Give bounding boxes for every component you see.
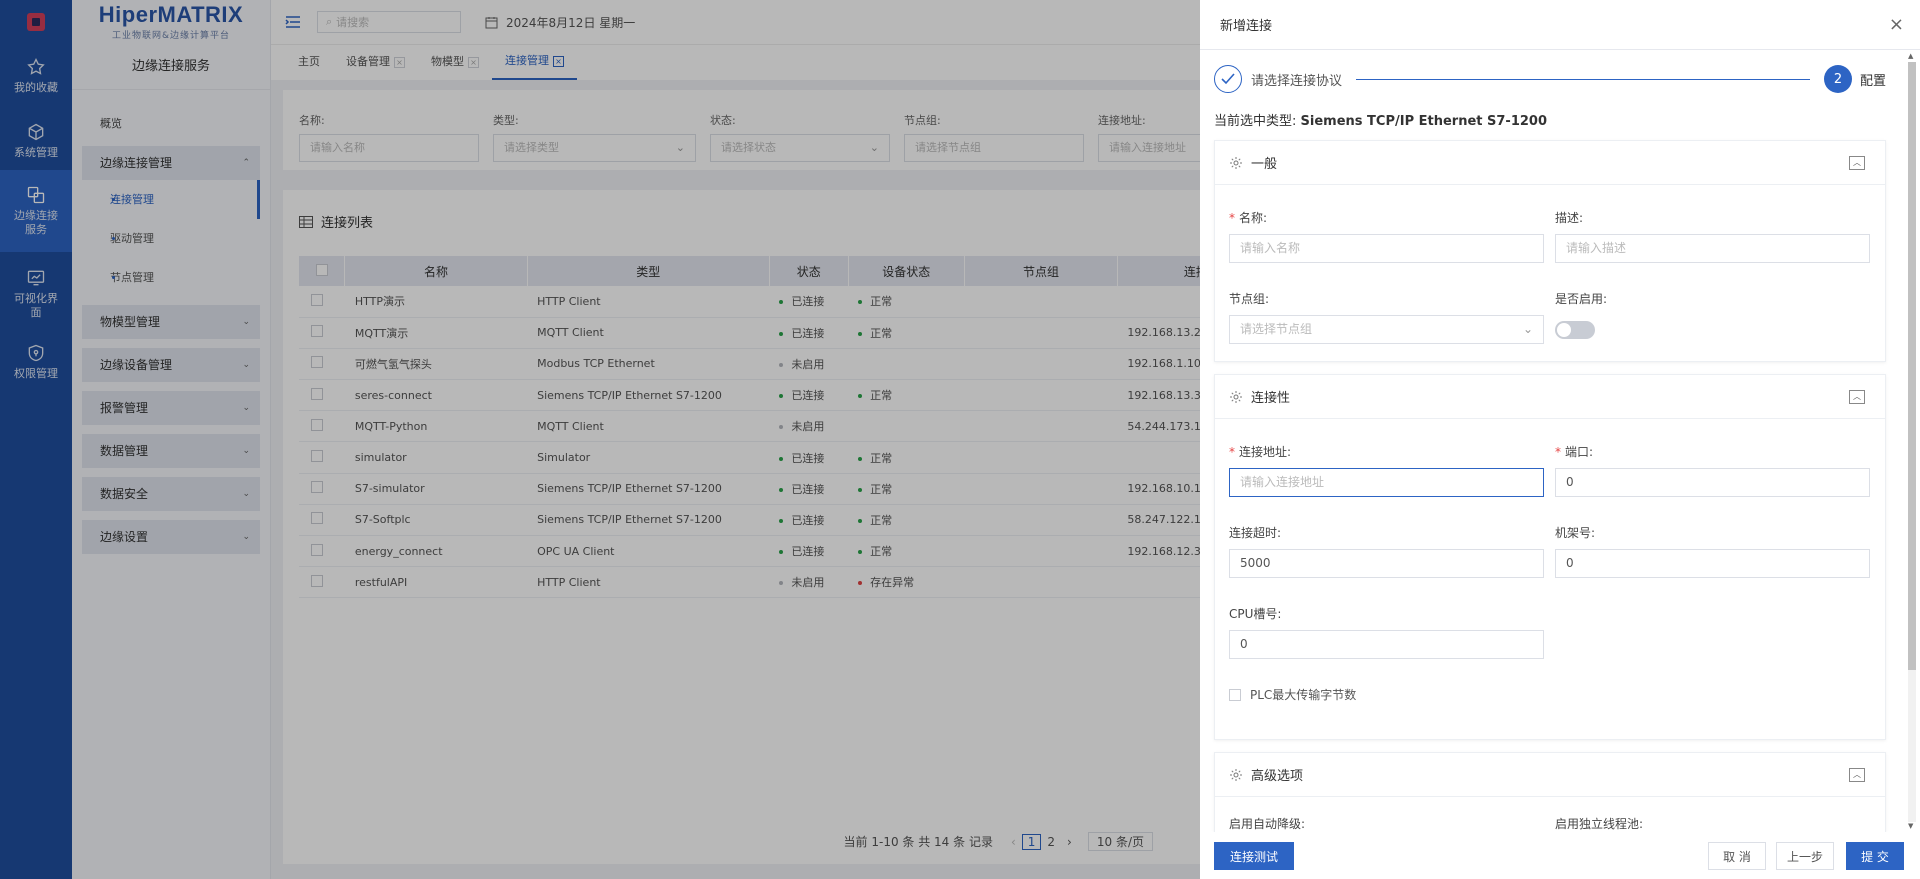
close-icon[interactable]: × — [1889, 14, 1904, 35]
modal-overlay[interactable] — [0, 0, 1200, 879]
collapse-icon[interactable]: ︿ — [1849, 767, 1865, 782]
panel-connectivity: 连接性 ︿ * 连接地址: 请输入连接地址 * 端口: 0 连接超时: 5000 机… — [1214, 374, 1886, 740]
new-connection-drawer: 新增连接 × ▲ ▼ 请选择连接协议 2 配置 当前选中类型: Siemens … — [1200, 0, 1920, 879]
submit-button[interactable]: 提 交 — [1846, 842, 1904, 870]
gear-icon — [1230, 768, 1242, 781]
panel-connectivity-header: 连接性 ︿ — [1215, 375, 1885, 419]
rack-input[interactable]: 0 — [1555, 549, 1870, 578]
scroll-thumb[interactable] — [1908, 62, 1916, 670]
stepper: 请选择连接协议 2 配置 — [1214, 64, 1886, 94]
field-timeout: 连接超时: 5000 — [1229, 524, 1544, 578]
gear-icon — [1230, 156, 1242, 169]
port-input[interactable]: 0 — [1555, 468, 1870, 497]
chevron-down-icon: ⌄ — [1522, 322, 1533, 336]
field-enabled: 是否启用: — [1555, 290, 1607, 339]
field-description: 描述: 请输入描述 — [1555, 209, 1870, 263]
field-name: * 名称: 请输入名称 — [1229, 209, 1544, 263]
name-input[interactable]: 请输入名称 — [1229, 234, 1544, 263]
step-2-label: 配置 — [1859, 73, 1886, 89]
cpu-slot-input[interactable]: 0 — [1229, 630, 1544, 659]
scroll-up-icon[interactable]: ▲ — [1908, 52, 1913, 60]
test-connection-button[interactable]: 连接测试 — [1214, 842, 1294, 870]
drawer-header: 新增连接 × — [1200, 0, 1920, 50]
field-node-group: 节点组: 请选择节点组 ⌄ — [1229, 290, 1544, 344]
drawer-footer: 连接测试 取 消 上一步 提 交 — [1200, 832, 1904, 879]
panel-general-header: 一般 ︿ — [1215, 141, 1885, 185]
panel-advanced: 高级选项 ︿ 启用自动降级: 启用独立线程池: — [1214, 752, 1886, 832]
field-port: * 端口: 0 — [1555, 443, 1870, 497]
description-input[interactable]: 请输入描述 — [1555, 234, 1870, 263]
enable-toggle[interactable] — [1555, 321, 1595, 339]
field-cpu-slot: CPU槽号: 0 — [1229, 605, 1544, 659]
gear-icon — [1230, 390, 1242, 403]
panel-advanced-header: 高级选项 ︿ — [1215, 753, 1885, 797]
field-plc-max: PLC最大传输字节数 — [1229, 686, 1356, 703]
field-address: * 连接地址: 请输入连接地址 — [1229, 443, 1544, 497]
collapse-icon[interactable]: ︿ — [1849, 155, 1865, 170]
field-rack: 机架号: 0 — [1555, 524, 1870, 578]
check-icon — [1214, 65, 1242, 93]
step-1-label: 请选择连接协议 — [1251, 73, 1343, 89]
timeout-input[interactable]: 5000 — [1229, 549, 1544, 578]
address-input[interactable]: 请输入连接地址 — [1229, 468, 1544, 497]
drawer-title: 新增连接 — [1220, 19, 1273, 34]
scroll-down-icon[interactable]: ▼ — [1908, 822, 1913, 830]
node-group-select[interactable]: 请选择节点组 ⌄ — [1229, 315, 1544, 344]
plc-max-bytes-checkbox[interactable]: PLC最大传输字节数 — [1229, 686, 1356, 703]
cancel-button[interactable]: 取 消 — [1708, 842, 1766, 870]
panel-general: 一般 ︿ * 名称: 请输入名称 描述: 请输入描述 节点组: 请选择节点组 ⌄ 是… — [1214, 140, 1886, 362]
step-2-number: 2 — [1823, 65, 1852, 93]
current-type: 当前选中类型: Siemens TCP/IP Ethernet S7-1200 — [1214, 114, 1547, 129]
drawer-scrollbar[interactable]: ▲ ▼ — [1904, 52, 1918, 832]
prev-step-button[interactable]: 上一步 — [1776, 842, 1834, 870]
collapse-icon[interactable]: ︿ — [1849, 389, 1865, 404]
step-connector — [1356, 78, 1810, 80]
